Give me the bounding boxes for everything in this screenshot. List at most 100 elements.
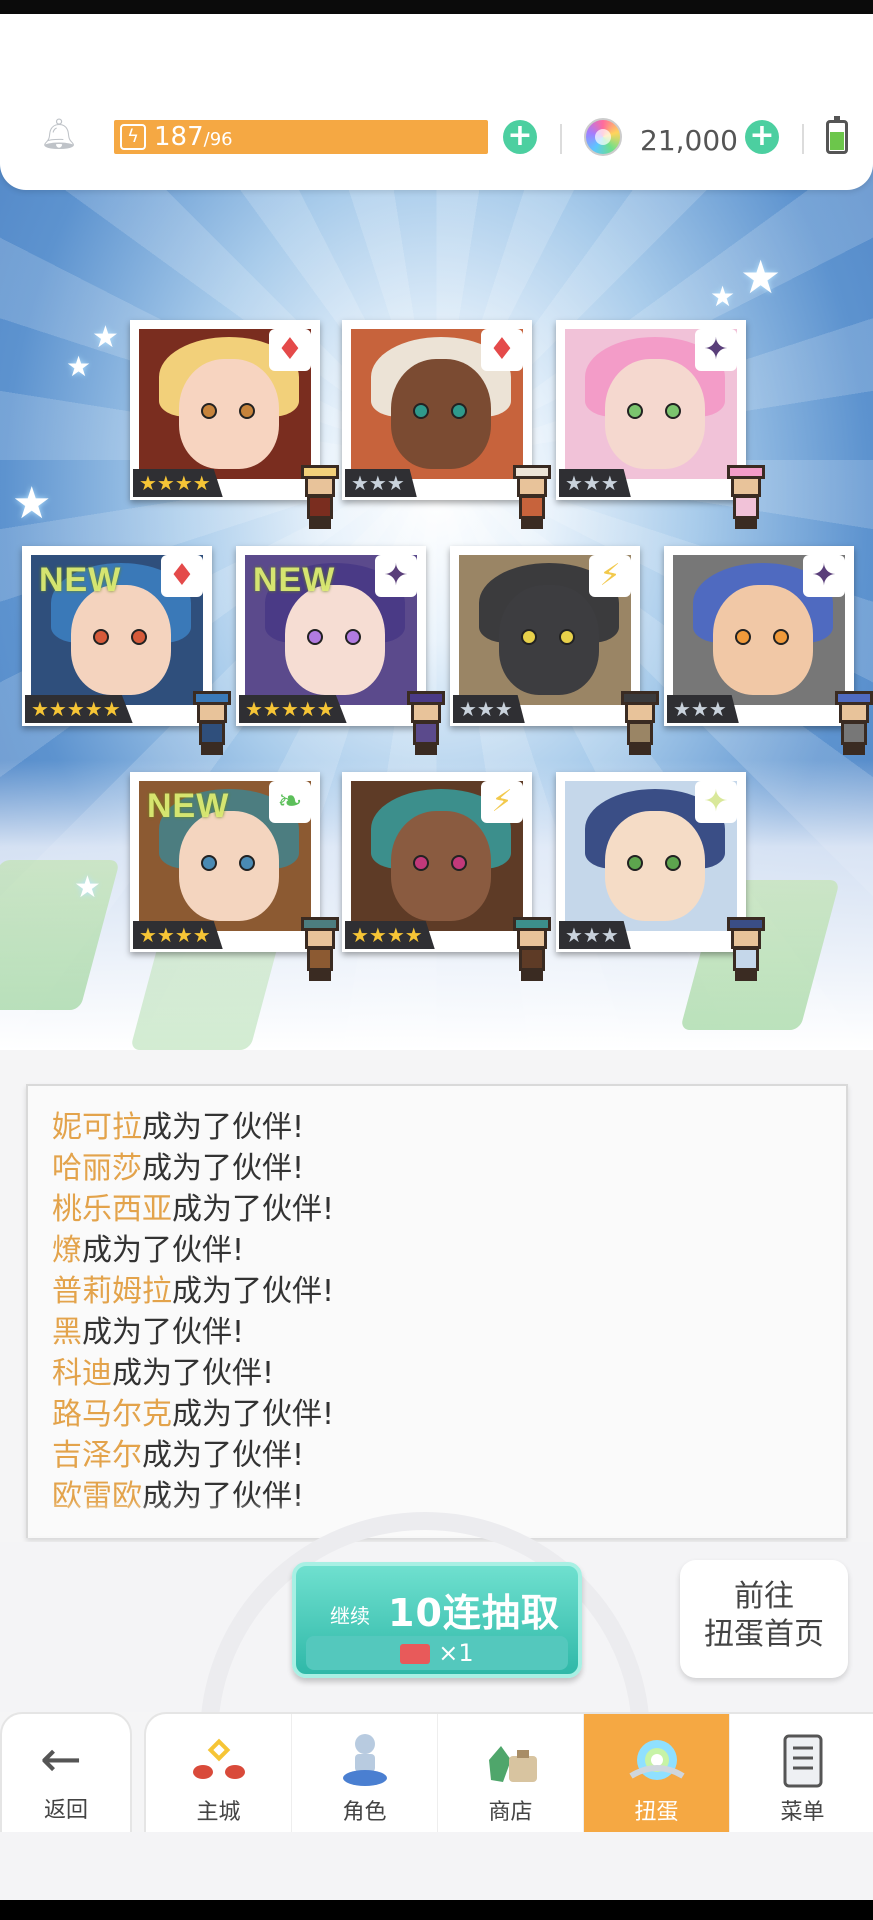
portrait-eye: [345, 629, 361, 645]
portrait-face: [391, 811, 491, 921]
log-suffix: 成为了伙伴!: [82, 1233, 245, 1268]
gem-count: 21,000: [640, 124, 738, 157]
bell-icon[interactable]: 🔔︎: [40, 118, 78, 152]
pixel-sprite: [507, 917, 557, 983]
character-name: 哈丽莎: [52, 1151, 142, 1186]
sparkle-icon: ★: [74, 870, 101, 905]
system-bottom-bar: [0, 1900, 873, 1920]
character-card[interactable]: NEW ✦ ★★★★★: [236, 546, 445, 755]
purple-star-icon: ✦: [803, 555, 845, 597]
portrait-eye: [413, 403, 429, 419]
lightning-icon: ⚡: [481, 781, 523, 823]
log-suffix: 成为了伙伴!: [172, 1274, 335, 1309]
battery-icon: [826, 116, 848, 154]
continue-label: 继续: [330, 1604, 370, 1628]
portrait-eye: [201, 855, 217, 871]
nav-item-label: 菜单: [780, 1800, 825, 1825]
portrait-eye: [451, 403, 467, 419]
nav-item-menu[interactable]: 菜单: [730, 1714, 873, 1834]
divider: [560, 124, 562, 154]
gem-icon: [584, 118, 622, 156]
log-line: 路马尔克成为了伙伴!: [52, 1389, 335, 1432]
character-card[interactable]: ✦ ★★★: [664, 546, 873, 755]
new-badge: NEW: [147, 787, 230, 825]
character-card[interactable]: ♦ ★★★★: [130, 320, 339, 529]
portrait-eye: [627, 403, 643, 419]
sparkle-icon: ★: [12, 478, 52, 529]
portrait-eye: [201, 403, 217, 419]
log-line: 普莉姆拉成为了伙伴!: [52, 1266, 335, 1309]
rarity-stars: ★★★: [453, 695, 525, 723]
pixel-sprite: [401, 691, 451, 757]
portrait-eye: [521, 629, 537, 645]
system-top-bar: [0, 0, 873, 14]
portrait-eye: [239, 855, 255, 871]
log-suffix: 成为了伙伴!: [82, 1315, 245, 1350]
nav-item-shop[interactable]: 商店: [438, 1714, 584, 1834]
nav-item-castle[interactable]: 主城: [146, 1714, 292, 1834]
character-card[interactable]: ♦ ★★★: [342, 320, 551, 529]
character-card[interactable]: ✦ ★★★: [556, 772, 765, 981]
character-card[interactable]: ⚡ ★★★★: [342, 772, 551, 981]
character-name: 科迪: [52, 1356, 112, 1391]
sparkle-icon: ★: [66, 350, 92, 383]
portrait-face: [71, 585, 171, 695]
log-suffix: 成为了伙伴!: [172, 1397, 335, 1432]
rarity-stars: ★★★: [559, 469, 631, 497]
portrait-face: [713, 585, 813, 695]
divider: [802, 124, 804, 154]
ticket-cost: ×1: [306, 1636, 568, 1670]
portrait-eye: [93, 629, 109, 645]
arrow-left-icon: ←: [40, 1730, 82, 1788]
portrait-eye: [773, 629, 789, 645]
sparkle-icon: ★: [740, 250, 782, 304]
gacha-home-button[interactable]: 前往 扭蛋首页: [680, 1560, 848, 1678]
log-line: 哈丽莎成为了伙伴!: [52, 1143, 304, 1186]
result-log: 妮可拉成为了伙伴! 哈丽莎成为了伙伴! 桃乐西亚成为了伙伴! 燎成为了伙伴! 普莉姆拉成…: [26, 1084, 848, 1538]
character-name: 路马尔克: [52, 1397, 172, 1432]
gacha-home-label-line2: 扭蛋首页: [704, 1617, 824, 1652]
character-card[interactable]: ⚡ ★★★: [450, 546, 659, 755]
portrait-eye: [451, 855, 467, 871]
lightning-icon: ⚡: [589, 555, 631, 597]
nav-item-character[interactable]: 角色: [292, 1714, 438, 1834]
new-badge: NEW: [253, 561, 336, 599]
nav-item-label: 角色: [342, 1800, 387, 1825]
pixel-sprite: [295, 917, 345, 983]
lightning-icon: ϟ: [120, 124, 146, 150]
character-card[interactable]: NEW ❧ ★★★★: [130, 772, 339, 981]
portrait-face: [605, 359, 705, 469]
add-stamina-button[interactable]: +: [503, 120, 537, 154]
portrait-eye: [413, 855, 429, 871]
rarity-stars: ★★★: [345, 469, 417, 497]
portrait-face: [499, 585, 599, 695]
portrait-face: [179, 811, 279, 921]
sparkle-icon: ★: [710, 280, 736, 313]
green-leaf-icon: ❧: [269, 781, 311, 823]
log-suffix: 成为了伙伴!: [142, 1110, 305, 1145]
gacha-home-label-line1: 前往: [734, 1579, 794, 1614]
pull-10-button[interactable]: 继续 10连抽取 ×1: [292, 1562, 582, 1678]
log-line: 吉泽尔成为了伙伴!: [52, 1430, 304, 1473]
portrait-eye: [559, 629, 575, 645]
character-name: 燎: [52, 1233, 82, 1268]
portrait-eye: [665, 403, 681, 419]
portrait-eye: [239, 403, 255, 419]
character-name: 普莉姆拉: [52, 1274, 172, 1309]
rarity-stars: ★★★★: [345, 921, 435, 949]
light-star-icon: ✦: [695, 781, 737, 823]
rarity-stars: ★★★: [559, 921, 631, 949]
character-card[interactable]: NEW ♦ ★★★★★: [22, 546, 231, 755]
red-diamond-icon: ♦: [161, 555, 203, 597]
pixel-sprite: [721, 465, 771, 531]
back-button[interactable]: ← 返回: [0, 1712, 132, 1832]
nav-item-gacha[interactable]: 扭蛋: [584, 1714, 730, 1834]
log-suffix: 成为了伙伴!: [172, 1192, 335, 1227]
character-name: 黑: [52, 1315, 82, 1350]
red-diamond-icon: ♦: [481, 329, 523, 371]
add-gem-button[interactable]: +: [745, 120, 779, 154]
portrait-eye: [307, 629, 323, 645]
rarity-stars: ★★★★: [133, 921, 223, 949]
pixel-sprite: [615, 691, 665, 757]
character-card[interactable]: ✦ ★★★: [556, 320, 765, 529]
